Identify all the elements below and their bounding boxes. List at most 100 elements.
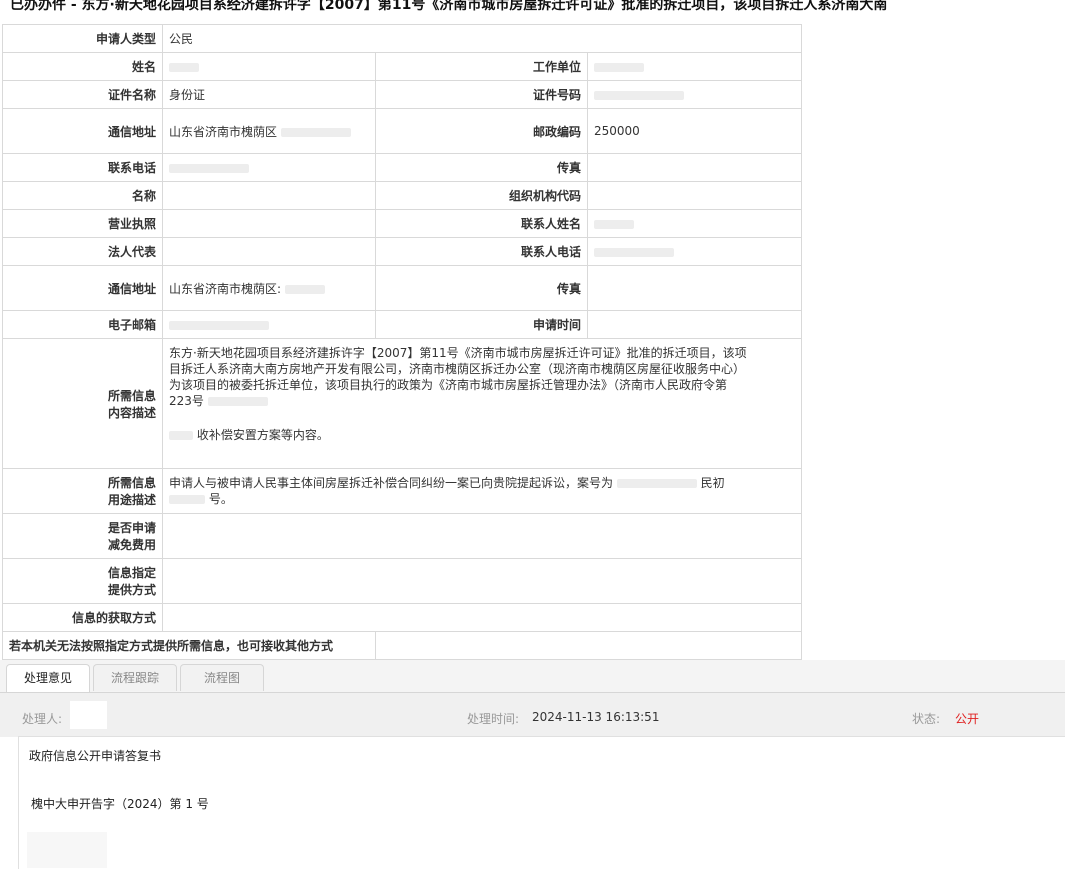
- redacted-reply-content: [27, 832, 107, 868]
- reply-title: 政府信息公开申请答复书: [29, 749, 162, 763]
- reply-document: 政府信息公开申请答复书 槐中大申开告字（2024）第 1 号: [18, 736, 1065, 869]
- tab-opinion[interactable]: 处理意见: [6, 664, 90, 692]
- redacted-content: [207, 397, 268, 406]
- tab-bar: 处理意见 流程跟踪 流程图: [0, 660, 1065, 693]
- tab-flow-chart[interactable]: 流程图: [180, 664, 264, 691]
- usage-desc-value: 申请人与被申请人民事主体间房屋拆迁补偿合同纠纷一案已向贵院提起诉讼，案号为 民初…: [161, 468, 803, 514]
- provide-method-label-line: 信息指定: [107, 566, 156, 580]
- name-label: 姓名: [2, 52, 163, 81]
- redacted-email: [169, 320, 269, 330]
- process-time-value: 2024-11-13 16:13:51: [532, 710, 660, 724]
- content-desc-text: 223号: [169, 394, 204, 408]
- form-row: 若本机关无法按照指定方式提供所需信息，也可接收其他方式: [2, 631, 803, 660]
- fee-waiver-label: 是否申请 减免费用: [2, 513, 163, 559]
- id-name-value: 身份证: [162, 80, 376, 109]
- contact-name-label: 联系人姓名: [375, 209, 588, 238]
- content-desc-value: 东方·新天地花园项目系经济建拆许字【2007】第11号《济南市城市房屋拆迁许可证…: [161, 338, 803, 469]
- usage-desc-label-line: 所需信息: [107, 476, 156, 490]
- form-row: 所需信息 内容描述 东方·新天地花园项目系经济建拆许字【2007】第11号《济南…: [2, 338, 803, 469]
- address-label: 通信地址: [2, 108, 163, 154]
- form-row: 名称 组织机构代码: [2, 181, 803, 210]
- form-row: 姓名 工作单位: [2, 52, 803, 81]
- redacted-case-number: [169, 495, 205, 504]
- fax2-label: 传真: [375, 265, 588, 311]
- contact-phone-label: 联系人电话: [375, 237, 588, 266]
- form-row: 信息的获取方式: [2, 603, 803, 632]
- redacted-address2: [284, 284, 325, 294]
- id-number-label: 证件号码: [375, 80, 588, 109]
- phone-value: [162, 153, 376, 182]
- postcode-label: 邮政编码: [375, 108, 588, 154]
- status-value: 公开: [955, 712, 980, 726]
- alternative-method-value: [374, 631, 803, 660]
- redacted-id-number: [594, 90, 684, 100]
- provide-method-label: 信息指定 提供方式: [2, 558, 163, 604]
- redacted-case-number: [616, 479, 697, 488]
- work-unit-value: [586, 52, 803, 81]
- legal-rep-value: [162, 237, 376, 266]
- form-row: 信息指定 提供方式: [2, 558, 803, 604]
- process-time-label: 处理时间:: [467, 712, 520, 726]
- usage-desc-text: 号。: [208, 492, 233, 506]
- content-desc-line: 223号: [169, 393, 795, 409]
- address-value: 山东省济南市槐荫区: [162, 108, 376, 154]
- redacted-content: [169, 431, 193, 440]
- name-value: [162, 52, 376, 81]
- address2-label: 通信地址: [2, 265, 163, 311]
- process-info-bar: 处理人: 处理时间: 2024-11-13 16:13:51 状态: 公开: [0, 693, 1065, 737]
- address2-value: 山东省济南市槐荫区:: [162, 265, 376, 311]
- redacted-name: [169, 62, 199, 72]
- form-row: 申请人类型 公民: [2, 24, 803, 53]
- content-desc-label: 所需信息 内容描述: [2, 338, 163, 469]
- contact-name-value: [586, 209, 803, 238]
- status-label: 状态:: [912, 712, 941, 726]
- fee-waiver-label-line: 是否申请: [107, 521, 156, 535]
- email-value: [162, 310, 376, 339]
- usage-desc-label-line: 用途描述: [107, 493, 156, 507]
- alternative-method-label: 若本机关无法按照指定方式提供所需信息，也可接收其他方式: [2, 631, 376, 660]
- content-desc-line: 东方·新天地花园项目系经济建拆许字【2007】第11号《济南市城市房屋拆迁许可证…: [169, 346, 747, 360]
- obtain-method-label: 信息的获取方式: [2, 603, 163, 632]
- application-form-table: 申请人类型 公民 姓名 工作单位 证件名称 身份证 证件号码 通信地址 山东省济…: [2, 24, 803, 660]
- tab-flow-tracking[interactable]: 流程跟踪: [93, 664, 177, 691]
- content-desc-label-line: 所需信息: [107, 388, 156, 403]
- business-license-value: [162, 209, 376, 238]
- form-row: 通信地址 山东省济南市槐荫区: 传真: [2, 265, 803, 311]
- form-row: 营业执照 联系人姓名: [2, 209, 803, 238]
- usage-desc-label: 所需信息 用途描述: [2, 468, 163, 514]
- content-desc-line: 目拆迁人系济南大南方房地产开发有限公司，济南市槐荫区拆迁办公室（现济南市槐荫区房…: [169, 362, 746, 376]
- redacted-work-unit: [594, 62, 644, 72]
- provide-method-value: [161, 558, 803, 604]
- content-desc-text: 收补偿安置方案等内容。: [196, 428, 329, 442]
- usage-desc-line: 号。: [169, 491, 795, 507]
- address2-text: 山东省济南市槐荫区:: [169, 281, 282, 296]
- page-title: 已办办件 - 东方·新天地花园项目系经济建拆许字【2007】第11号《济南市城市…: [10, 0, 888, 13]
- id-name-label: 证件名称: [2, 80, 163, 109]
- form-row: 证件名称 身份证 证件号码: [2, 80, 803, 109]
- redacted-contact-phone: [594, 247, 674, 257]
- fee-waiver-value: [161, 513, 803, 559]
- contact-phone-value: [586, 237, 803, 266]
- form-row: 是否申请 减免费用: [2, 513, 803, 559]
- redacted-handler: [70, 701, 107, 729]
- usage-desc-text: 申请人与被申请人民事主体间房屋拆迁补偿合同纠纷一案已向贵院提起诉讼，案号为: [169, 476, 614, 490]
- fax-label: 传真: [375, 153, 588, 182]
- email-label: 电子邮箱: [2, 310, 163, 339]
- business-license-label: 营业执照: [2, 209, 163, 238]
- org-name-value: [162, 181, 376, 210]
- redacted-phone: [169, 163, 249, 173]
- applicant-type-label: 申请人类型: [2, 24, 163, 53]
- redacted-contact-name: [594, 219, 634, 229]
- form-row: 通信地址 山东省济南市槐荫区 邮政编码 250000: [2, 108, 803, 154]
- applicant-type-value: 公民: [161, 24, 803, 53]
- id-number-value: [586, 80, 803, 109]
- apply-time-label: 申请时间: [375, 310, 588, 339]
- content-desc-line: 收补偿安置方案等内容。: [169, 427, 795, 443]
- redacted-address: [280, 127, 351, 137]
- form-row: 所需信息 用途描述 申请人与被申请人民事主体间房屋拆迁补偿合同纠纷一案已向贵院提…: [2, 468, 803, 514]
- phone-label: 联系电话: [2, 153, 163, 182]
- work-unit-label: 工作单位: [375, 52, 588, 81]
- org-name-label: 名称: [2, 181, 163, 210]
- org-code-label: 组织机构代码: [375, 181, 588, 210]
- handler-label: 处理人:: [22, 712, 63, 726]
